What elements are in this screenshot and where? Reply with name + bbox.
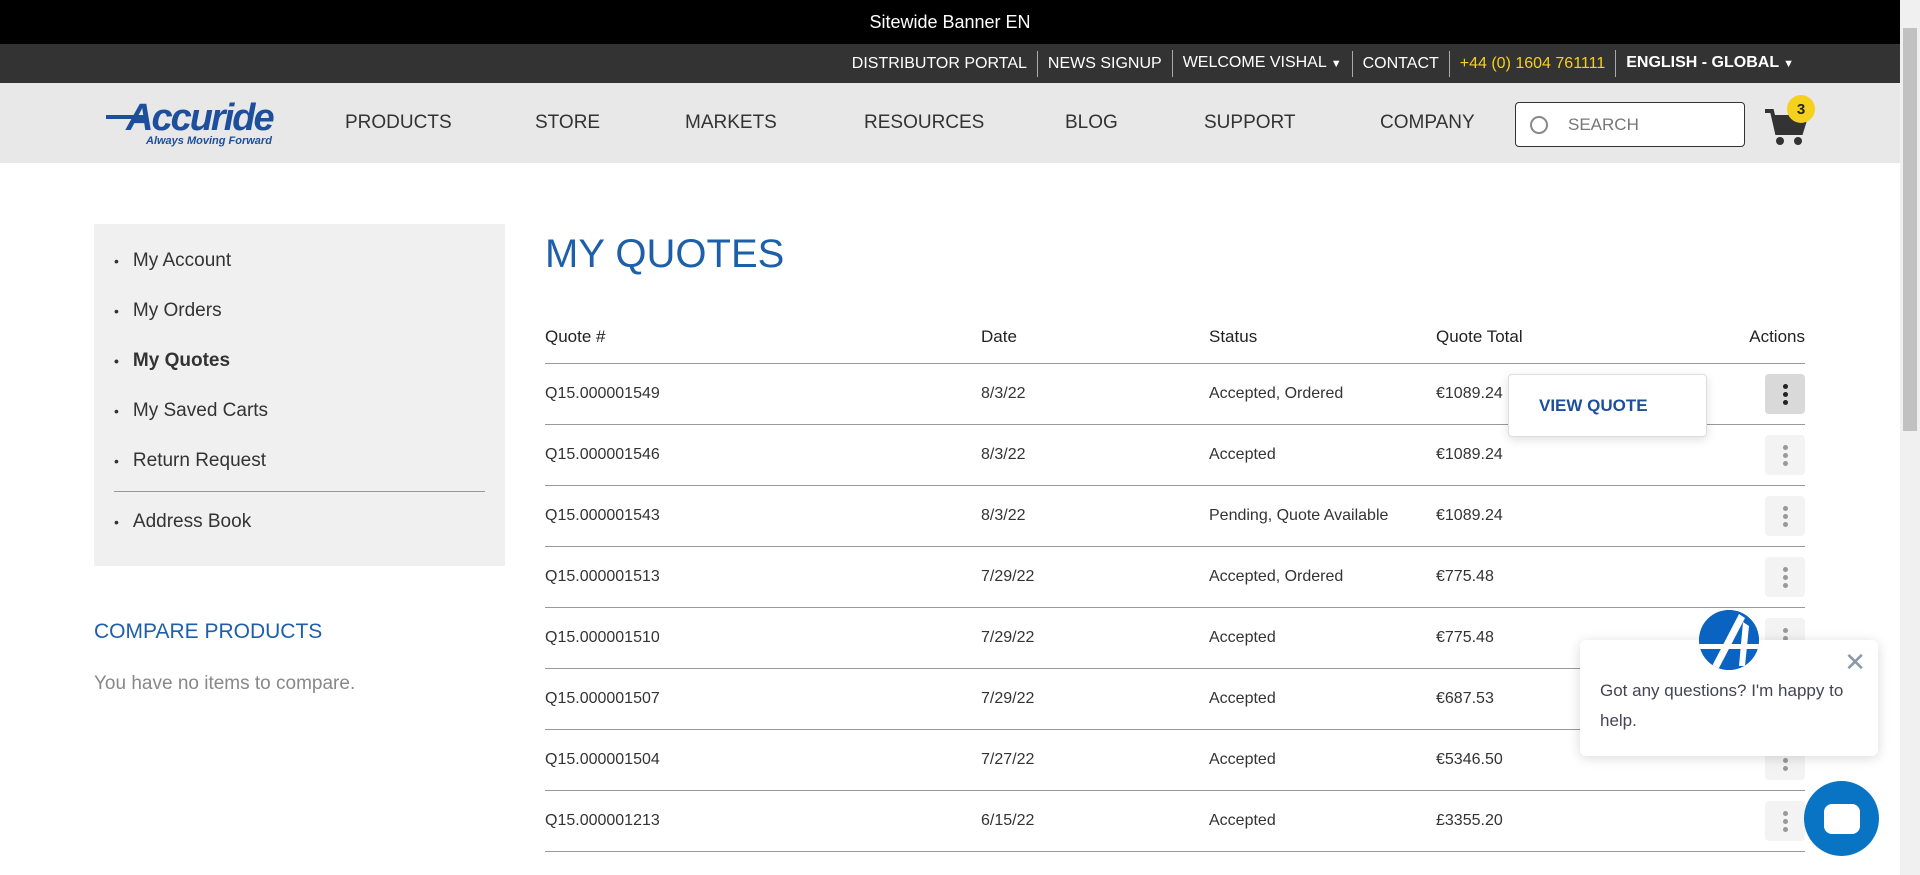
- row-actions-kebab-icon[interactable]: [1765, 374, 1805, 414]
- search-icon: [1530, 115, 1548, 134]
- quote-number-cell[interactable]: Q15.000001513: [545, 568, 981, 586]
- compare-products-title: COMPARE PRODUCTS: [94, 620, 323, 643]
- quote-total-cell: £3355.20: [1436, 812, 1503, 829]
- contact-link[interactable]: CONTACT: [1351, 50, 1449, 77]
- sidebar-item-return-request[interactable]: Return Request: [94, 436, 505, 486]
- row-actions-kebab-icon[interactable]: [1765, 435, 1805, 475]
- page-title: MY QUOTES: [545, 232, 785, 276]
- news-signup-link[interactable]: NEWS SIGNUP: [1036, 50, 1172, 77]
- sidebar-item-my-account[interactable]: My Account: [94, 236, 505, 286]
- compare-empty-text: You have no items to compare.: [94, 673, 356, 694]
- sidebar-divider: [114, 491, 485, 492]
- row-actions-kebab-icon[interactable]: [1765, 557, 1805, 597]
- actions-menu: VIEW QUOTE: [1508, 374, 1707, 437]
- nav-markets[interactable]: MARKETS: [685, 83, 777, 163]
- nav-support[interactable]: SUPPORT: [1204, 83, 1296, 163]
- caret-down-icon: ▼: [1330, 58, 1342, 70]
- caret-down-icon: ▼: [1783, 58, 1794, 70]
- date-cell: 6/15/22: [981, 812, 1035, 829]
- sidebar-item-my-orders[interactable]: My Orders: [94, 286, 505, 336]
- quote-number-cell[interactable]: Q15.000001546: [545, 446, 981, 464]
- quote-total-cell: €1089.24: [1436, 446, 1503, 463]
- cart-count-badge: 3: [1787, 95, 1815, 123]
- date-cell: 7/27/22: [981, 751, 1035, 768]
- header-actions: Actions: [1749, 326, 1805, 346]
- language-dropdown[interactable]: ENGLISH - GLOBAL ▼: [1615, 50, 1804, 77]
- header-date: Date: [981, 326, 1017, 346]
- logo-wordmark: Accuride: [126, 97, 275, 139]
- quote-number-cell[interactable]: Q15.000001507: [545, 690, 981, 708]
- account-sidebar: My Account My Orders My Quotes My Saved …: [94, 224, 505, 566]
- nav-store[interactable]: STORE: [535, 83, 600, 163]
- status-cell: Accepted: [1209, 751, 1276, 768]
- nav-blog[interactable]: BLOG: [1065, 83, 1118, 163]
- quote-number-cell[interactable]: Q15.000001543: [545, 507, 981, 525]
- date-cell: 8/3/22: [981, 507, 1026, 524]
- scrollbar-thumb[interactable]: [1903, 28, 1917, 431]
- chat-launcher-button[interactable]: [1804, 781, 1879, 856]
- sidebar-item-my-saved-carts[interactable]: My Saved Carts: [94, 386, 505, 436]
- quote-total-cell: €775.48: [1436, 568, 1494, 585]
- date-cell: 8/3/22: [981, 446, 1026, 463]
- status-cell: Accepted: [1209, 812, 1276, 829]
- logo-tagline: Always Moving Forward: [146, 135, 272, 147]
- nav-resources[interactable]: RESOURCES: [864, 83, 984, 163]
- chat-bubble-icon: [1823, 803, 1860, 834]
- utility-bar: DISTRIBUTOR PORTAL NEWS SIGNUP WELCOME V…: [0, 44, 1900, 83]
- quote-total-cell: €1089.24: [1436, 507, 1503, 524]
- welcome-label: WELCOME VISHAL: [1182, 54, 1327, 71]
- status-cell: Accepted, Ordered: [1209, 568, 1344, 585]
- search-box[interactable]: [1515, 102, 1745, 147]
- sidebar-item-address-book[interactable]: Address Book: [94, 497, 505, 547]
- search-input[interactable]: [1568, 114, 1718, 135]
- row-actions-kebab-icon[interactable]: [1765, 496, 1805, 536]
- accuride-chat-avatar-icon: [1699, 610, 1759, 670]
- status-cell: Accepted, Ordered: [1209, 385, 1344, 402]
- chat-message: Got any questions? I'm happy to help.: [1600, 681, 1844, 730]
- distributor-portal-link[interactable]: DISTRIBUTOR PORTAL: [842, 51, 1037, 77]
- sitewide-banner: Sitewide Banner EN: [0, 0, 1900, 44]
- status-cell: Accepted: [1209, 446, 1276, 463]
- quote-number-cell[interactable]: Q15.000001504: [545, 751, 981, 769]
- table-row: Q15.000001513 7/29/22 Accepted, Ordered €77…: [545, 547, 1805, 608]
- header-quote-number: Quote #: [545, 326, 606, 346]
- welcome-user-dropdown[interactable]: WELCOME VISHAL ▼: [1171, 50, 1352, 77]
- status-cell: Accepted: [1209, 690, 1276, 707]
- status-cell: Pending, Quote Available: [1209, 507, 1389, 524]
- main-nav: Accuride Always Moving Forward PRODUCTS …: [0, 83, 1900, 163]
- sidebar-item-my-quotes[interactable]: My Quotes: [94, 336, 505, 386]
- header-quote-total: Quote Total: [1436, 326, 1523, 346]
- nav-products[interactable]: PRODUCTS: [345, 83, 452, 163]
- status-cell: Accepted: [1209, 629, 1276, 646]
- date-cell: 7/29/22: [981, 690, 1035, 707]
- accuride-logo[interactable]: Accuride Always Moving Forward: [106, 97, 296, 149]
- quote-number-cell[interactable]: Q15.000001510: [545, 629, 981, 647]
- close-icon[interactable]: ✕: [1844, 649, 1866, 675]
- date-cell: 7/29/22: [981, 629, 1035, 646]
- nav-company[interactable]: COMPANY: [1380, 83, 1475, 163]
- quote-number-cell[interactable]: Q15.000001213: [545, 812, 981, 830]
- header-status: Status: [1209, 326, 1258, 346]
- quote-number-cell[interactable]: Q15.000001549: [545, 385, 981, 403]
- table-row: Q15.000001213 6/15/22 Accepted £3355.20: [545, 791, 1805, 852]
- page-scrollbar[interactable]: [1900, 0, 1920, 875]
- date-cell: 8/3/22: [981, 385, 1026, 402]
- view-quote-menu-item[interactable]: VIEW QUOTE: [1539, 396, 1648, 416]
- row-actions-kebab-icon[interactable]: [1765, 801, 1805, 841]
- language-label: ENGLISH - GLOBAL: [1626, 54, 1780, 71]
- table-row: Q15.000001543 8/3/22 Pending, Quote Availa…: [545, 486, 1805, 547]
- phone-link[interactable]: +44 (0) 1604 761111: [1448, 50, 1615, 77]
- table-header: Quote # Date Status Quote Total Actions: [545, 310, 1805, 364]
- date-cell: 7/29/22: [981, 568, 1035, 585]
